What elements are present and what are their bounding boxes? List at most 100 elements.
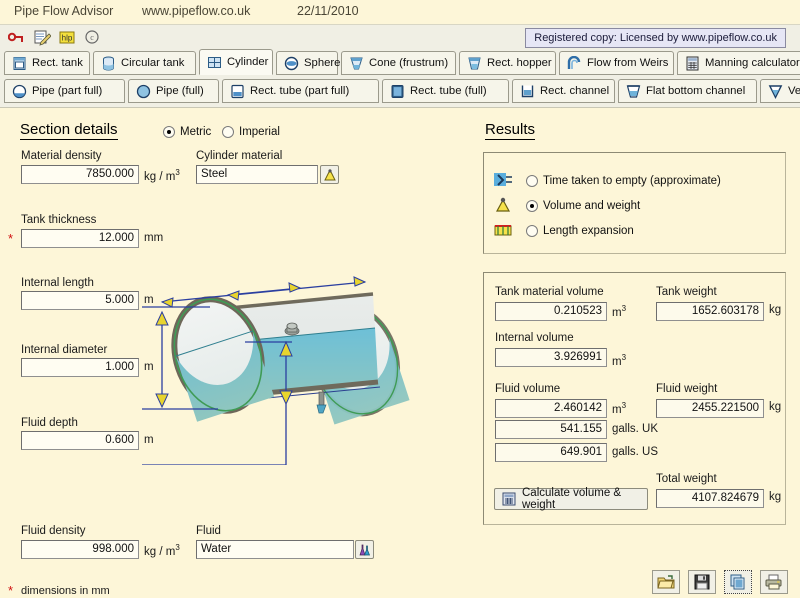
footnote-text: dimensions in mm: [21, 585, 110, 597]
tab-label: Circular tank: [121, 57, 184, 69]
svg-text:hlp: hlp: [62, 34, 73, 43]
calculator-icon: [685, 56, 700, 71]
drain-time-icon: [493, 171, 513, 189]
folder-open-icon: [657, 574, 675, 590]
internal-diameter-label: Internal diameter: [21, 344, 107, 356]
fluid-volume-us-value: 649.901: [495, 443, 607, 462]
total-weight-value: 4107.824679: [656, 489, 764, 508]
internal-volume-value: 3.926991: [495, 348, 607, 367]
calculate-volume-weight-button[interactable]: Calculate volume & weight: [494, 488, 648, 510]
total-weight-unit: kg: [769, 491, 781, 503]
fluid-volume-label: Fluid volume: [495, 383, 560, 395]
copy-button[interactable]: [724, 570, 752, 594]
internal-volume-label: Internal volume: [495, 332, 574, 344]
print-button[interactable]: [760, 570, 788, 594]
tab-label: Sphere: [304, 57, 340, 69]
weight-icon: [495, 196, 511, 214]
printer-icon: [765, 574, 783, 590]
rect-tube-full-icon: [390, 84, 405, 99]
cylinder-material-input[interactable]: Steel: [196, 165, 318, 184]
fluid-label: Fluid: [196, 525, 221, 537]
tab-rect-channel[interactable]: Rect. channel: [512, 79, 615, 103]
tab-flat-bottom-channel[interactable]: Flat bottom channel: [618, 79, 757, 103]
tab-cone-frustrum[interactable]: Cone (frustrum): [341, 51, 456, 75]
fluid-density-unit: kg / m3: [144, 543, 180, 558]
rect-channel-icon: [520, 84, 535, 99]
tank-material-volume-label: Tank material volume: [495, 286, 604, 298]
internal-length-input[interactable]: 5.000: [21, 291, 139, 310]
tab-label: Rect. channel: [540, 85, 609, 97]
toolbar: hlp c Registered copy: Licensed by www.p…: [0, 24, 800, 50]
tab-label: Rect. tube (part full): [250, 85, 349, 97]
fluid-volume-unit: m3: [612, 401, 626, 416]
tab-sphere[interactable]: Sphere: [276, 51, 338, 75]
tab-cylinder[interactable]: Cylinder: [199, 49, 273, 75]
cylinder-diagram: [140, 250, 440, 465]
open-button[interactable]: [652, 570, 680, 594]
volume-and-weight-radio[interactable]: [526, 200, 538, 212]
expansion-icon: [494, 222, 512, 238]
flat-bottom-channel-icon: [626, 84, 641, 99]
tank-thickness-required-marker: *: [8, 232, 13, 245]
tab-circular-tank[interactable]: Circular tank: [93, 51, 196, 75]
fluid-volume-us-unit: galls. US: [612, 446, 658, 458]
fluid-depth-input[interactable]: 0.600: [21, 431, 139, 450]
vee-channel-icon: [768, 84, 783, 99]
tank-weight-value: 1652.603178: [656, 302, 764, 321]
rect-tank-icon: [12, 56, 27, 71]
volume-and-weight-label[interactable]: Volume and weight: [543, 200, 640, 212]
length-expansion-label[interactable]: Length expansion: [543, 225, 634, 237]
tab-rect-tube-full[interactable]: Rect. tube (full): [382, 79, 509, 103]
imperial-radio[interactable]: [222, 126, 234, 138]
tab-label: Pipe (part full): [32, 85, 102, 97]
calculate-button-label: Calculate volume & weight: [522, 487, 640, 511]
tab-pipe-part-full[interactable]: Pipe (part full): [4, 79, 125, 103]
tab-label: Cone (frustrum): [369, 57, 448, 69]
tab-label: Manning calculator: [705, 57, 800, 69]
fluid-input[interactable]: Water: [196, 540, 354, 559]
tab-flow-from-weirs[interactable]: Flow from Weirs: [559, 51, 674, 75]
internal-diameter-input[interactable]: 1.000: [21, 358, 139, 377]
tank-thickness-input[interactable]: 12.000: [21, 229, 139, 248]
tab-label: Rect. hopper: [487, 57, 552, 69]
time-to-empty-radio[interactable]: [526, 175, 538, 187]
tab-label: Pipe (full): [156, 85, 204, 97]
pipe-flow-advisor-window: Pipe Flow Advisor www.pipeflow.co.uk 22/…: [0, 0, 800, 598]
material-picker-icon[interactable]: [320, 165, 339, 184]
copyright-icon[interactable]: c: [83, 28, 101, 46]
length-expansion-radio[interactable]: [526, 225, 538, 237]
metric-radio[interactable]: [163, 126, 175, 138]
imperial-radio-label[interactable]: Imperial: [239, 126, 280, 138]
pipe-full-icon: [136, 84, 151, 99]
help-icon[interactable]: hlp: [58, 28, 76, 46]
fluid-density-label: Fluid density: [21, 525, 86, 537]
title-bar: Pipe Flow Advisor www.pipeflow.co.uk 22/…: [0, 0, 800, 24]
tank-material-volume-value: 0.210523: [495, 302, 607, 321]
tab-rect-tube-part-full[interactable]: Rect. tube (part full): [222, 79, 379, 103]
material-density-input[interactable]: 7850.000: [21, 165, 139, 184]
calculator-icon: [502, 492, 516, 506]
tab-pipe-full[interactable]: Pipe (full): [128, 79, 219, 103]
notepad-pencil-icon[interactable]: [33, 28, 51, 46]
tab-manning-calculator[interactable]: Manning calculator: [677, 51, 800, 75]
time-to-empty-label[interactable]: Time taken to empty (approximate): [543, 175, 721, 187]
app-date: 22/11/2010: [297, 4, 359, 18]
floppy-disk-icon: [694, 574, 710, 590]
internal-length-label: Internal length: [21, 277, 94, 289]
cylinder-material-label: Cylinder material: [196, 150, 282, 162]
tab-label: Flow from Weirs: [587, 57, 668, 69]
tab-label: Vee channel: [788, 85, 800, 97]
footnote-star: *: [8, 584, 13, 597]
fluid-picker-icon[interactable]: [355, 540, 374, 559]
fluid-density-input[interactable]: 998.000: [21, 540, 139, 559]
tab-rect-hopper[interactable]: Rect. hopper: [459, 51, 556, 75]
copy-icon: [730, 574, 746, 590]
cylinder-icon: [207, 55, 222, 70]
save-button[interactable]: [688, 570, 716, 594]
metric-radio-label[interactable]: Metric: [180, 126, 211, 138]
tab-rect-tank[interactable]: Rect. tank: [4, 51, 90, 75]
key-icon[interactable]: [8, 28, 26, 46]
fluid-volume-uk-unit: galls. UK: [612, 423, 658, 435]
shape-tab-strip: Rect. tank Circular tank Cylinder Sphere Con…: [0, 49, 800, 108]
tab-vee-channel[interactable]: Vee channel: [760, 79, 800, 103]
